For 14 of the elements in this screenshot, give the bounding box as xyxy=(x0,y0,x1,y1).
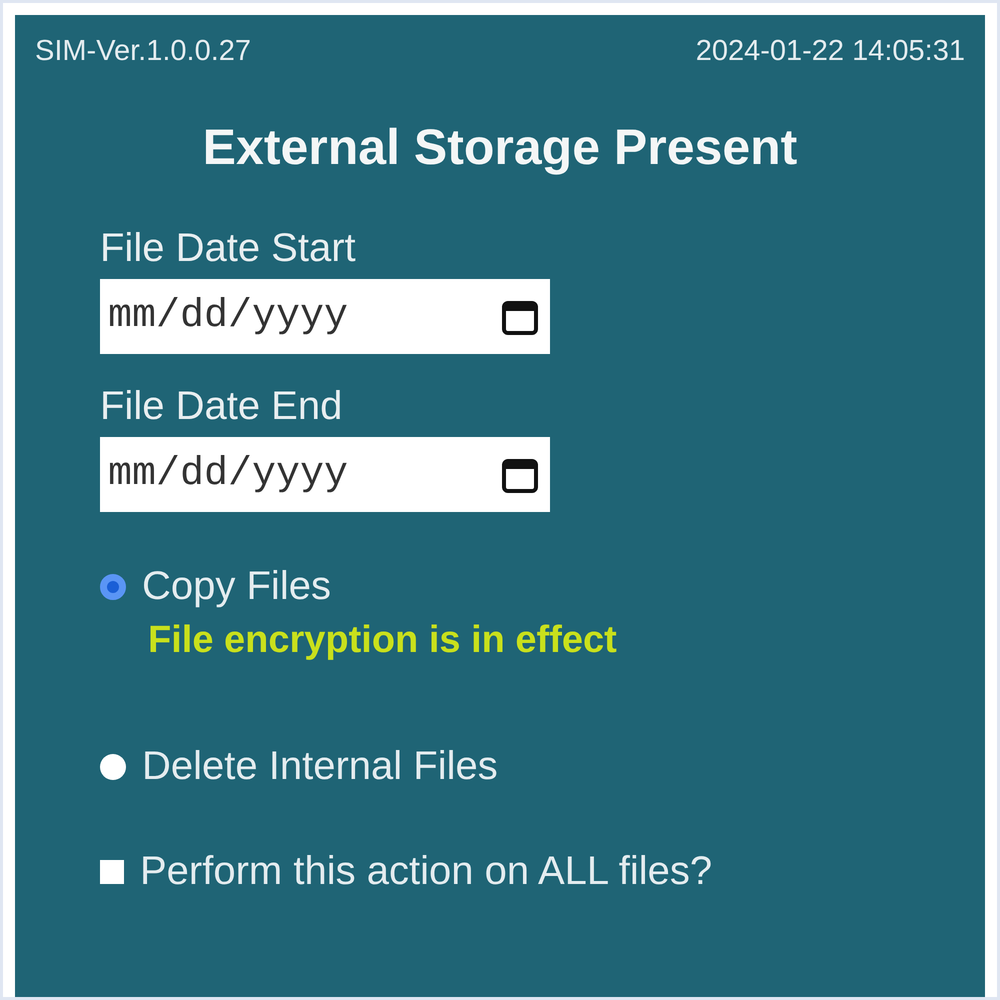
field-label: File Date End xyxy=(100,384,342,429)
checkbox[interactable] xyxy=(100,860,124,884)
checkbox-label[interactable]: Perform this action on ALL files? xyxy=(140,849,712,894)
radio-button[interactable] xyxy=(100,574,126,600)
option-label[interactable]: Copy Files xyxy=(142,564,331,609)
date-field[interactable]: mm/dd/yyyy xyxy=(100,279,550,354)
date-field[interactable]: mm/dd/yyyy xyxy=(100,437,550,512)
version-text: SIM-Ver.1.0.0.27 xyxy=(35,35,252,68)
option-label[interactable]: Delete Internal Files xyxy=(142,744,498,789)
radio-button[interactable] xyxy=(100,754,126,780)
timestamp-text: 2024-01-22 14:05:31 xyxy=(696,35,965,68)
dialog-title: External Storage Present xyxy=(202,118,798,176)
notice-text: File encryption is in effect xyxy=(148,619,617,662)
field-label: File Date Start xyxy=(100,226,356,271)
